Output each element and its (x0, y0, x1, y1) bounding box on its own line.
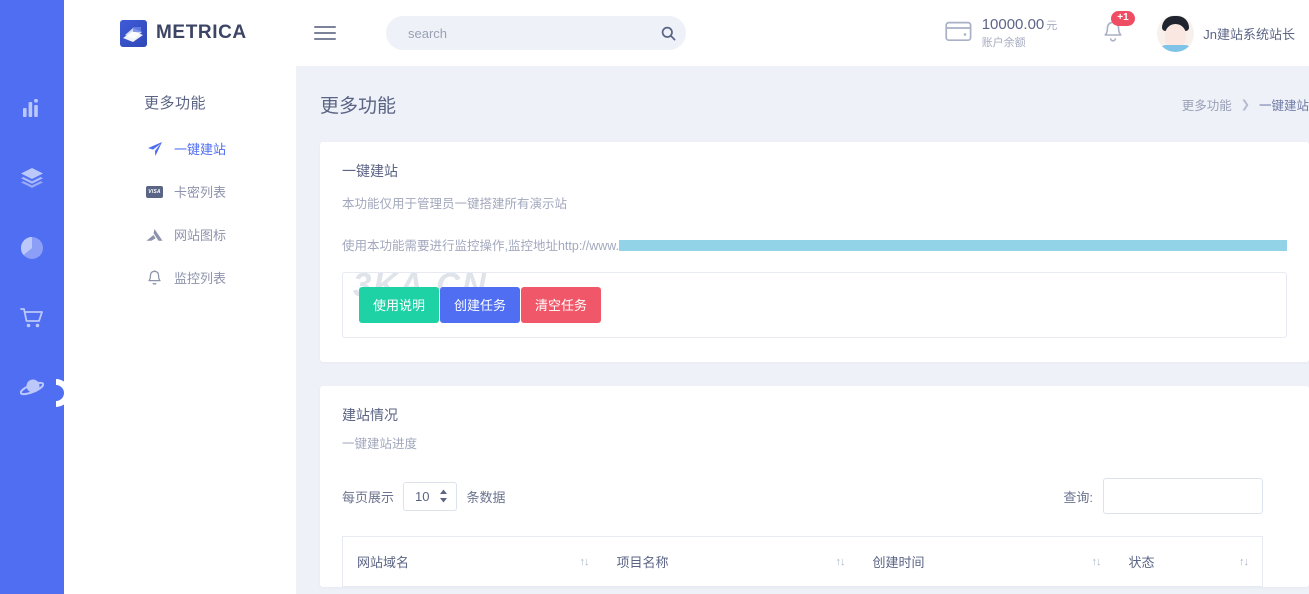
bar-chart-icon[interactable] (12, 88, 52, 128)
build-status-table: 网站域名 ↑↓ 项目名称 ↑↓ 创建时间 ↑↓ (342, 536, 1263, 587)
user-name: Jn建站系统站长 (1203, 24, 1295, 43)
notification-bell[interactable]: +1 (1101, 18, 1125, 49)
page-length-label-prefix: 每页展示 (342, 487, 394, 506)
topbar-right: 10000.00元 账户余额 +1 (945, 15, 1295, 52)
search-input[interactable] (386, 16, 686, 50)
wallet-balance[interactable]: 10000.00元 账户余额 (945, 16, 1058, 50)
card-title: 一键建站 (342, 161, 1287, 181)
content-area: 更多功能 更多功能 ❯ 一键建站 一键建站 本功能仅用于管理员一键搭建所有演示站… (296, 66, 1309, 594)
page-length-label-suffix: 条数据 (466, 487, 505, 506)
chevron-right-icon: ❯ (1241, 98, 1250, 111)
monitor-url-note: 使用本功能需要进行监控操作,监控地址http://www. (342, 235, 1287, 254)
sidebar-item-label: 网站图标 (174, 225, 226, 244)
wallet-amount: 10000.00 (982, 16, 1045, 33)
table-header-row: 网站域名 ↑↓ 项目名称 ↑↓ 创建时间 ↑↓ (343, 537, 1263, 587)
topbar: 10000.00元 账户余额 +1 (296, 0, 1309, 66)
wallet-icon (945, 20, 972, 47)
wallet-text: 10000.00元 账户余额 (982, 16, 1058, 50)
sort-icon: ↑↓ (580, 556, 589, 568)
hamburger-menu-icon[interactable] (314, 22, 336, 44)
paper-plane-icon (146, 140, 163, 157)
angle-logo-icon (146, 226, 163, 243)
user-menu[interactable]: Jn建站系统站长 (1157, 15, 1295, 52)
pie-chart-icon[interactable] (12, 228, 52, 268)
filter-label: 查询: (1063, 487, 1093, 506)
sidebar: METRICA 更多功能 一键建站 VISA 卡密列表 (64, 0, 296, 594)
stepper-arrows-icon (439, 489, 448, 503)
status-card-title: 建站情况 (342, 405, 1287, 425)
status-card-subtitle: 一键建站进度 (342, 433, 1287, 452)
layers-icon[interactable] (12, 158, 52, 198)
card-subtitle: 本功能仅用于管理员一键搭建所有演示站 (342, 193, 1287, 212)
column-header-domain[interactable]: 网站域名 ↑↓ (343, 537, 603, 587)
wallet-unit: 元 (1046, 20, 1057, 32)
wallet-label: 账户余额 (982, 34, 1058, 50)
column-header-project[interactable]: 项目名称 ↑↓ (603, 537, 859, 587)
create-task-button[interactable]: 创建任务 (440, 287, 520, 323)
filter-input[interactable] (1103, 478, 1263, 514)
build-status-card: 建站情况 一键建站进度 每页展示 10 (320, 386, 1309, 587)
clear-task-button[interactable]: 清空任务 (521, 287, 601, 323)
sidebar-title: 更多功能 (144, 92, 296, 113)
avatar (1157, 15, 1194, 52)
column-header-status[interactable]: 状态 ↑↓ (1115, 537, 1263, 587)
one-click-build-card: 一键建站 本功能仅用于管理员一键搭建所有演示站 使用本功能需要进行监控操作,监控… (320, 142, 1309, 362)
sidebar-item-monitor-list[interactable]: 监控列表 (64, 256, 296, 299)
redacted-url-bar (619, 240, 1287, 251)
sidebar-menu: 一键建站 VISA 卡密列表 网站图标 (64, 127, 296, 299)
metrica-mark-icon (120, 20, 147, 47)
app-root: METRICA 更多功能 一键建站 VISA 卡密列表 (0, 0, 1309, 594)
icon-rail (0, 0, 64, 594)
breadcrumb: 更多功能 ❯ 一键建站 (1182, 95, 1309, 114)
brand-logo[interactable]: METRICA (64, 0, 296, 66)
sidebar-item-site-icon[interactable]: 网站图标 (64, 213, 296, 256)
sort-icon: ↑↓ (1092, 556, 1101, 568)
main-area: 10000.00元 账户余额 +1 (296, 0, 1309, 594)
sort-icon: ↑↓ (1239, 556, 1248, 568)
column-header-created[interactable]: 创建时间 ↑↓ (859, 537, 1115, 587)
sidebar-item-card-list[interactable]: VISA 卡密列表 (64, 170, 296, 213)
planet-icon[interactable] (12, 368, 52, 408)
sidebar-item-label: 监控列表 (174, 268, 226, 287)
action-buttons: 使用说明 创建任务 清空任务 (359, 287, 1270, 323)
visa-card-icon: VISA (146, 183, 163, 200)
page-length-value: 10 (415, 489, 429, 504)
sidebar-item-one-click-build[interactable]: 一键建站 (64, 127, 296, 170)
shopping-cart-icon[interactable] (12, 298, 52, 338)
breadcrumb-parent[interactable]: 更多功能 (1182, 95, 1232, 114)
page-length-select[interactable]: 10 (403, 482, 457, 511)
breadcrumb-current: 一键建站 (1259, 95, 1309, 114)
page-title: 更多功能 (320, 91, 396, 118)
monitor-url-prefix: 使用本功能需要进行监控操作,监控地址http://www. (342, 235, 619, 254)
notification-badge: +1 (1111, 11, 1134, 26)
page-header: 更多功能 更多功能 ❯ 一键建站 (320, 66, 1309, 142)
bell-icon (146, 269, 163, 286)
table-filter: 查询: (1063, 478, 1287, 514)
action-button-box: 3KA.CN 使用说明 创建任务 清空任务 (342, 272, 1287, 338)
global-search (386, 16, 686, 50)
usage-instructions-button[interactable]: 使用说明 (359, 287, 439, 323)
sidebar-item-label: 卡密列表 (174, 182, 226, 201)
sort-icon: ↑↓ (836, 556, 845, 568)
search-button[interactable] (654, 19, 682, 47)
table-toolbar: 每页展示 10 条数据 查询: (342, 478, 1287, 514)
sidebar-item-label: 一键建站 (174, 139, 226, 158)
brand-name: METRICA (156, 22, 247, 44)
